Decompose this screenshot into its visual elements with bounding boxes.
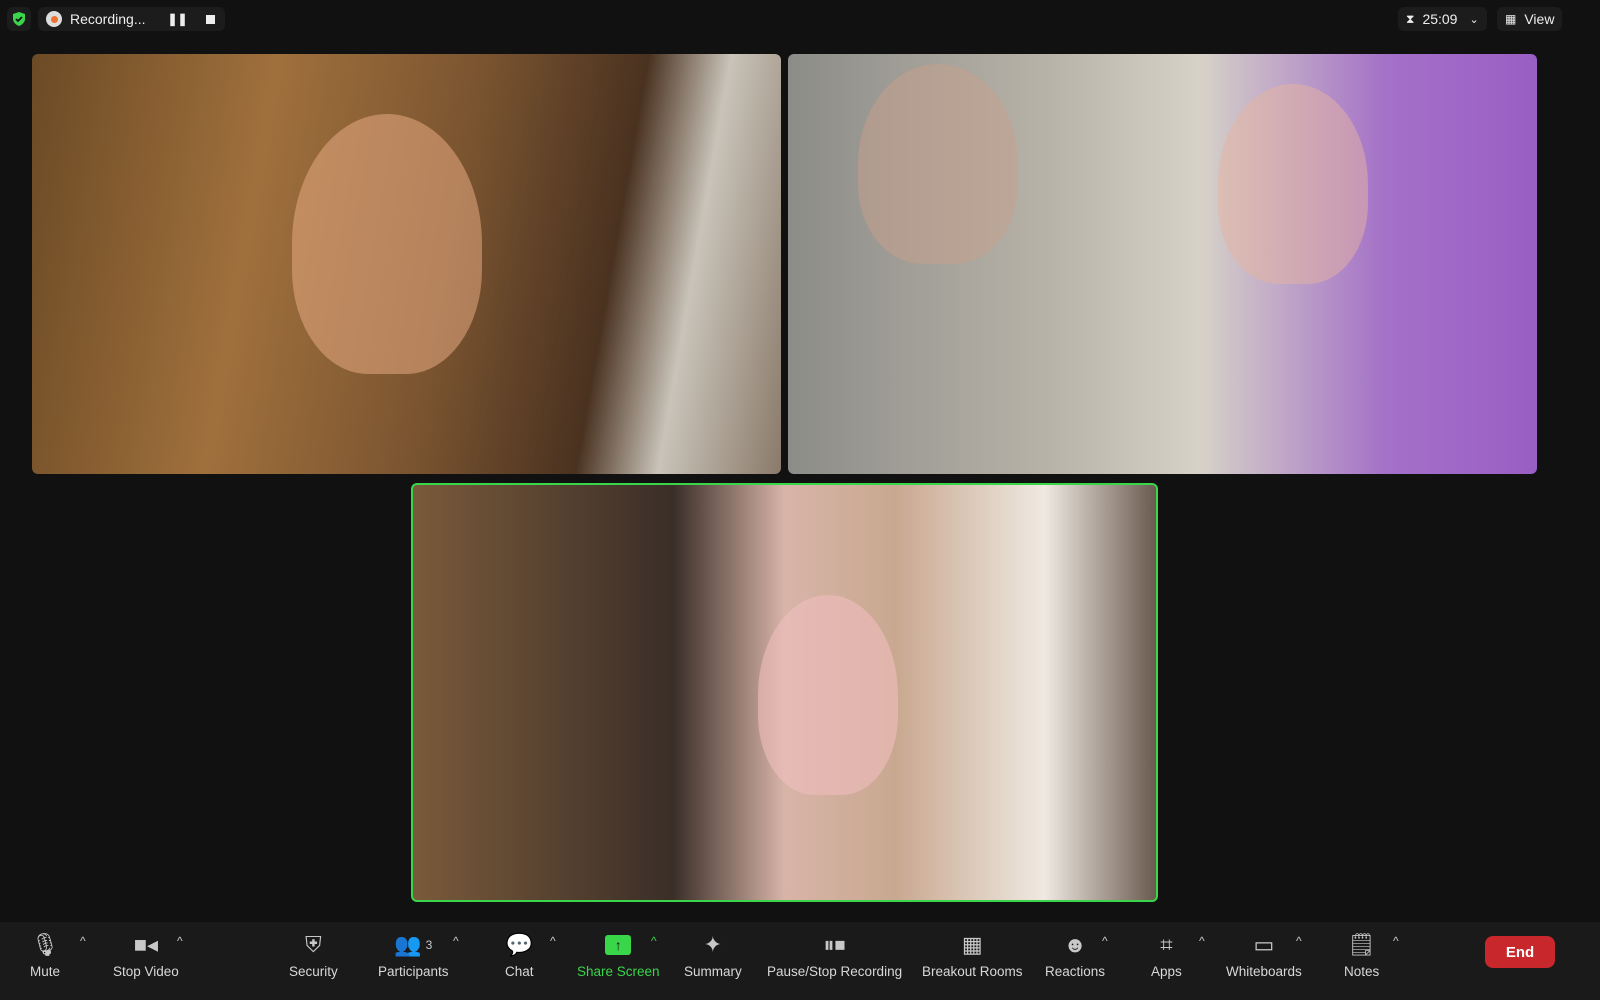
smiley-plus-icon: ☻ (1063, 932, 1087, 957)
notes-button[interactable]: 🗒 Notes (1344, 930, 1379, 979)
chat-bubble-icon: 💬 (505, 932, 533, 957)
participants-icon: 👥 3 (394, 932, 433, 957)
participants-count: 3 (425, 938, 433, 952)
recording-label: Recording... (70, 11, 146, 27)
mute-button[interactable]: 🎙 Mute (30, 930, 60, 979)
share-arrow-icon: ↑ (605, 930, 632, 960)
video-camera-icon: ■◂ (133, 932, 159, 957)
breakout-rooms-button[interactable]: ▦ Breakout Rooms (922, 930, 1023, 979)
whiteboards-options-caret[interactable]: ^ (1296, 934, 1302, 948)
shield-icon: ⛨ (305, 932, 322, 957)
whiteboard-icon: ▭ (1253, 932, 1275, 957)
view-button[interactable]: ▦ View (1497, 7, 1563, 31)
participant-video-2[interactable] (788, 54, 1537, 474)
video-options-caret[interactable]: ^ (177, 934, 183, 948)
chevron-down-icon: ⌄ (1469, 13, 1479, 26)
shield-check-icon (13, 12, 25, 26)
apps-icon: ⌗ (1160, 932, 1173, 957)
recording-indicator: Recording... ❚❚ (38, 7, 225, 31)
reactions-button[interactable]: ☻ Reactions (1045, 930, 1105, 979)
grid-icon: ▦ (1505, 12, 1517, 26)
meeting-toolbar: 🎙 Mute ^ ■◂ Stop Video ^ ⛨ Security 👥 3 Parti… (0, 922, 1600, 1000)
security-button[interactable]: ⛨ Security (289, 930, 338, 979)
apps-button[interactable]: ⌗ Apps (1151, 930, 1182, 979)
reactions-options-caret[interactable]: ^ (1102, 934, 1108, 948)
chat-button[interactable]: 💬 Chat (505, 930, 534, 979)
breakout-grid-icon: ▦ (961, 932, 983, 957)
encryption-shield-button[interactable] (7, 7, 31, 31)
share-screen-button[interactable]: ↑ Share Screen (577, 930, 660, 979)
stop-video-button[interactable]: ■◂ Stop Video (113, 930, 179, 979)
whiteboards-button[interactable]: ▭ Whiteboards (1226, 930, 1302, 979)
notes-options-caret[interactable]: ^ (1393, 934, 1399, 948)
meeting-timer[interactable]: ⧗ 25:09 ⌄ (1398, 7, 1487, 31)
hourglass-icon: ⧗ (1406, 11, 1415, 26)
microphone-icon: 🎙 (31, 932, 59, 957)
audio-options-caret[interactable]: ^ (80, 934, 86, 948)
view-label: View (1524, 11, 1555, 27)
pause-recording-icon[interactable]: ❚❚ (167, 12, 187, 26)
pause-stop-recording-button[interactable]: ⏸⏹ Pause/Stop Recording (767, 930, 902, 979)
share-options-caret[interactable]: ^ (651, 934, 657, 948)
chat-options-caret[interactable]: ^ (550, 934, 556, 948)
participants-options-caret[interactable]: ^ (453, 934, 459, 948)
participants-button[interactable]: 👥 3 Participants (378, 930, 449, 979)
summary-button[interactable]: ✦ Summary (684, 930, 742, 979)
notes-icon: 🗒 (1347, 932, 1376, 957)
timer-value: 25:09 (1422, 11, 1458, 27)
recording-dot-icon (46, 11, 62, 27)
apps-options-caret[interactable]: ^ (1199, 934, 1205, 948)
summary-doc-icon: ✦ (703, 932, 723, 957)
participant-video-1[interactable] (32, 54, 781, 474)
pause-stop-icon: ⏸⏹ (823, 932, 846, 957)
end-meeting-button[interactable]: End (1485, 936, 1555, 968)
stop-recording-icon[interactable] (205, 14, 215, 24)
active-speaker-video[interactable] (411, 483, 1158, 902)
